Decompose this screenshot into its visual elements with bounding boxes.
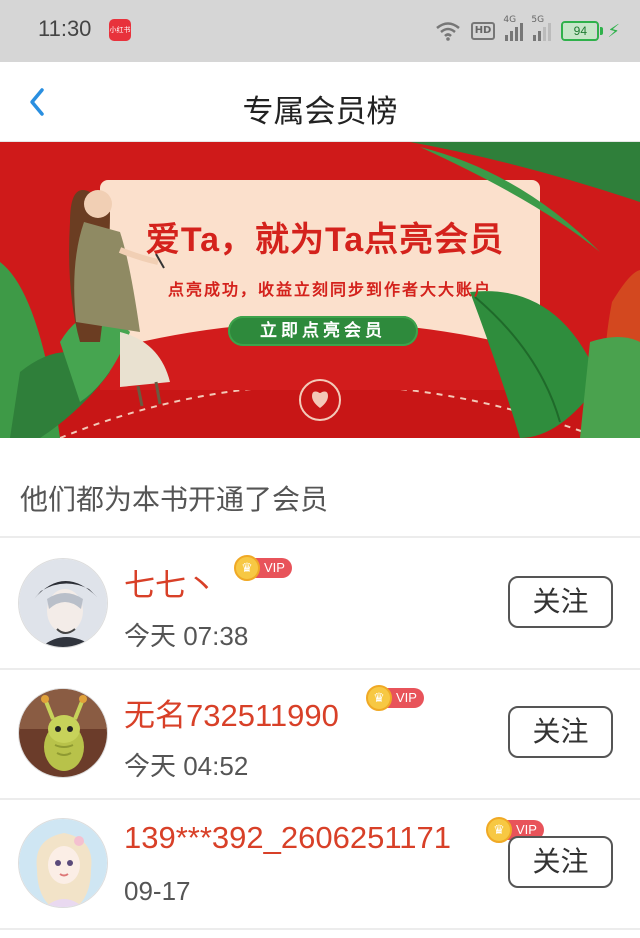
promo-banner[interactable]: 爱Ta，就为Ta点亮会员 点亮成功，收益立刻同步到作者大大账户 立即点亮会员	[0, 142, 640, 438]
vip-badge: ♛ VIP	[366, 685, 424, 711]
signal-5g-icon: 5G	[531, 15, 552, 41]
member-name[interactable]: 七七丶	[124, 560, 217, 605]
status-time: 11:30	[38, 16, 92, 41]
follow-button[interactable]: 关注	[508, 576, 613, 628]
avatar[interactable]	[18, 688, 108, 778]
status-icons: HD 4G 5G 94 ⚡	[435, 15, 620, 45]
member-time: 09-17	[124, 876, 191, 906]
follow-button[interactable]: 关注	[508, 706, 613, 758]
nav-bar: 专属会员榜	[0, 62, 640, 142]
battery-percent: 94	[573, 24, 588, 38]
crown-icon: ♛	[366, 685, 392, 711]
hd-icon: HD	[470, 22, 496, 40]
wifi-icon	[435, 22, 460, 41]
charging-icon: ⚡	[607, 20, 620, 42]
divider	[0, 928, 640, 930]
member-row: 七七丶 ♛ VIP 今天 07:38 关注	[0, 538, 640, 668]
member-time: 今天 04:52	[124, 751, 249, 781]
banner-title: 爱Ta，就为Ta点亮会员	[145, 221, 505, 259]
signal-4g-icon: 4G	[503, 15, 524, 41]
crown-icon: ♛	[234, 555, 260, 581]
light-up-membership-button[interactable]: 立即点亮会员	[228, 316, 418, 346]
battery-icon: 94 ⚡	[561, 21, 620, 42]
status-bar: 11:30 小红书 HD 4G 5G 94 ⚡	[0, 0, 640, 62]
notification-app-icon: 小红书	[109, 19, 131, 41]
member-name[interactable]: 139***392_2606251171	[124, 820, 451, 856]
vip-badge: ♛ VIP	[234, 555, 292, 581]
crown-icon: ♛	[486, 817, 512, 843]
avatar[interactable]	[18, 558, 108, 648]
page-title: 专属会员榜	[242, 94, 398, 130]
member-row: 无名732511990 ♛ VIP 今天 04:52 关注	[0, 668, 640, 798]
member-time: 今天 07:38	[124, 621, 249, 651]
member-row: 139***392_2606251171 ♛ VIP 09-17 关注	[0, 798, 640, 928]
section-title: 他们都为本书开通了会员	[20, 483, 329, 516]
follow-button[interactable]: 关注	[508, 836, 613, 888]
member-name[interactable]: 无名732511990	[124, 690, 339, 735]
avatar[interactable]	[18, 818, 108, 908]
banner-subtitle: 点亮成功，收益立刻同步到作者大大账户	[167, 280, 492, 299]
